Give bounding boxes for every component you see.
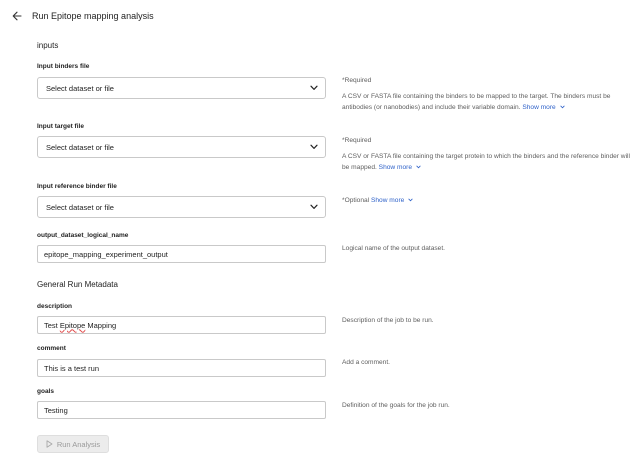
section-title-general-run-metadata: General Run Metadata <box>37 280 118 289</box>
comment-value: This is a test run <box>44 363 100 373</box>
target-show-more-link[interactable]: Show more <box>379 164 421 171</box>
description-value-word-1: Test <box>44 320 58 330</box>
binders-help-text-block: A CSV or FASTA file containing the binde… <box>342 91 632 114</box>
description-help: Description of the job to be run. <box>342 317 434 324</box>
chevron-down-icon <box>310 144 318 149</box>
chevron-down-icon <box>559 105 565 109</box>
section-title-inputs: inputs <box>37 41 59 50</box>
chevron-down-icon <box>310 85 318 90</box>
back-button[interactable] <box>10 9 24 23</box>
page-title: Run Epitope mapping analysis <box>32 11 154 21</box>
spellcheck-underline: Epitope <box>59 320 86 330</box>
description-value: Test Epitope Mapping <box>44 321 116 330</box>
target-file-help: *Required A CSV or FASTA file containing… <box>342 135 632 174</box>
reference-show-more-label: Show more <box>370 197 405 204</box>
binders-help-text: A CSV or FASTA file containing the binde… <box>342 92 611 112</box>
target-show-more-label: Show more <box>378 164 413 171</box>
description-label: description <box>37 303 73 310</box>
page-header: Run Epitope mapping analysis <box>10 7 154 25</box>
target-file-select-value: Select dataset or file <box>46 142 114 152</box>
comment-label: comment <box>37 345 66 352</box>
output-name-help: Logical name of the output dataset. <box>342 245 446 252</box>
goals-label: goals <box>37 388 54 395</box>
chevron-down-icon <box>416 165 421 169</box>
chevron-down-icon <box>310 204 318 209</box>
binders-file-select-value: Select dataset or file <box>46 83 114 93</box>
target-file-label: Input target file <box>37 123 84 130</box>
reference-optional-note: *Optional <box>342 197 370 204</box>
target-required-note: *Required <box>342 137 372 144</box>
arrow-left-icon <box>12 11 22 21</box>
binders-file-help: *Required A CSV or FASTA file containing… <box>342 75 632 114</box>
description-input[interactable]: Test Epitope Mapping <box>37 316 326 334</box>
output-name-label: output_dataset_logical_name <box>37 232 129 239</box>
run-analysis-button[interactable]: Run Analysis <box>37 435 109 453</box>
comment-help: Add a comment. <box>342 359 391 366</box>
comment-input[interactable]: This is a test run <box>37 359 326 377</box>
binders-show-more-link[interactable]: Show more <box>522 104 565 111</box>
goals-help: Definition of the goals for the job run. <box>342 402 450 409</box>
run-analysis-label: Run Analysis <box>56 439 101 449</box>
goals-input[interactable]: Testing <box>37 401 326 419</box>
reference-file-label: Input reference binder file <box>37 183 117 190</box>
goals-value: Testing <box>44 405 68 415</box>
target-help-text-block: A CSV or FASTA file containing the targe… <box>342 151 632 174</box>
binders-file-select[interactable]: Select dataset or file <box>37 77 326 99</box>
reference-show-more-link[interactable]: Show more <box>371 197 413 204</box>
binders-file-label: Input binders file <box>37 63 90 70</box>
chevron-down-icon <box>408 198 413 202</box>
binders-show-more-label: Show more <box>522 104 556 111</box>
reference-file-select[interactable]: Select dataset or file <box>37 196 326 218</box>
description-value-word-3: Mapping <box>87 320 117 330</box>
target-file-select[interactable]: Select dataset or file <box>37 136 326 158</box>
binders-required-note: *Required <box>342 77 372 84</box>
page: Run Epitope mapping analysis inputs Inpu… <box>0 0 644 464</box>
output-name-value: epitope_mapping_experiment_output <box>44 249 168 259</box>
reference-file-select-value: Select dataset or file <box>46 202 114 212</box>
play-icon <box>46 440 53 448</box>
output-name-input[interactable]: epitope_mapping_experiment_output <box>37 245 326 263</box>
reference-file-help: *Optional Show more <box>342 195 632 207</box>
